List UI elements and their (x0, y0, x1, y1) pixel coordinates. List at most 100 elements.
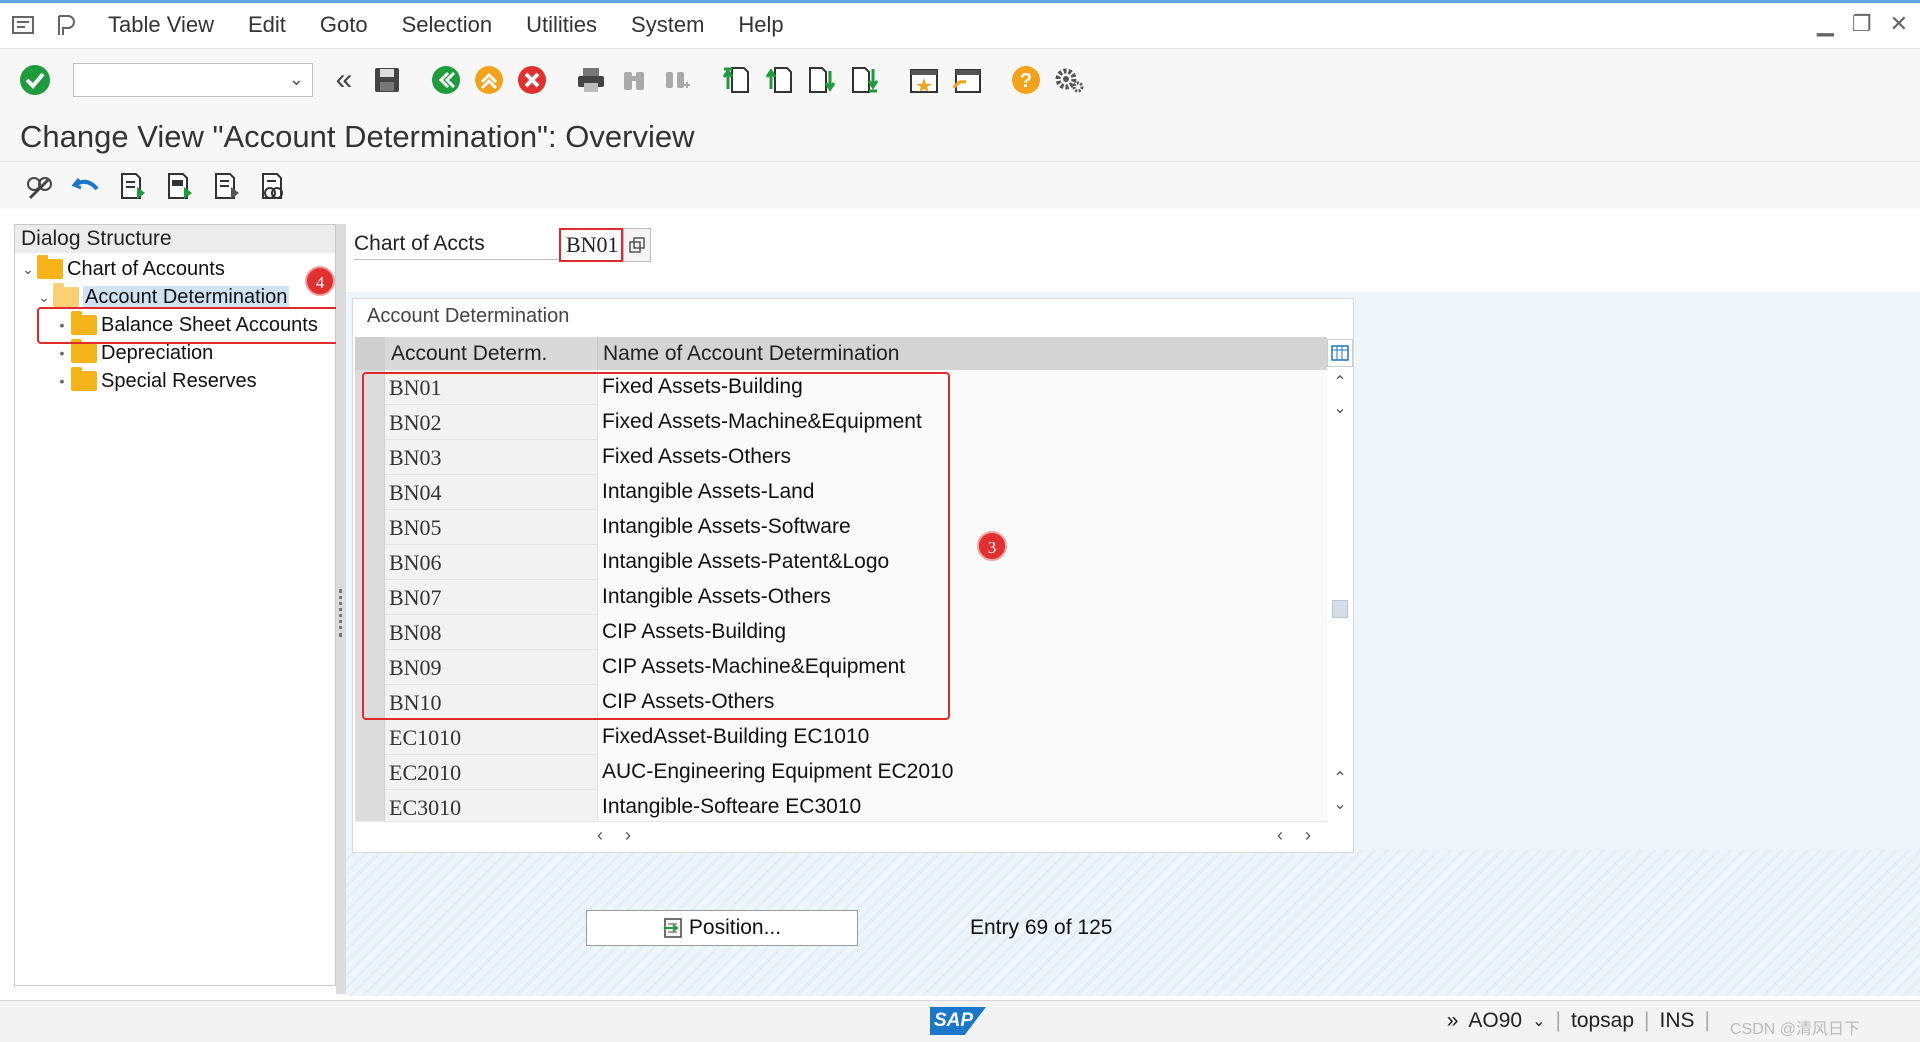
scroll-right-icon[interactable]: › (1305, 825, 1311, 846)
table-row[interactable]: EC3010 Intangible-Softeare EC3010 (355, 790, 1327, 825)
scroll-left-icon[interactable]: ‹ (1277, 825, 1283, 846)
settings-gear-icon[interactable] (1048, 59, 1090, 101)
scroll-thumb[interactable] (1332, 600, 1348, 618)
print-icon[interactable] (570, 59, 612, 101)
column-header-account-determ[interactable]: Account Determ. (391, 342, 547, 366)
menu-goto[interactable]: Goto (320, 12, 368, 38)
chevron-down-icon[interactable]: ⌄ (1532, 1011, 1545, 1031)
menu-selection[interactable]: Selection (402, 12, 493, 38)
cell-name[interactable]: FixedAsset-Building EC1010 (597, 720, 1327, 755)
tree-item-label: Depreciation (101, 341, 214, 364)
tree-item-chart-of-accounts[interactable]: ⌄ Chart of Accounts (19, 255, 225, 283)
chart-of-accounts-label: Chart of Accts (354, 232, 485, 255)
row-selector[interactable] (355, 755, 385, 790)
table-header: Account Determ. Name of Account Determin… (355, 337, 1327, 370)
last-page-icon[interactable] (844, 59, 886, 101)
column-header-name[interactable]: Name of Account Determination (597, 337, 1327, 370)
menu-utilities[interactable]: Utilities (526, 12, 597, 38)
menu-p-icon[interactable] (46, 3, 86, 47)
previous-page-icon[interactable] (758, 59, 800, 101)
chevron-down-icon[interactable]: ⌄ (289, 69, 304, 90)
expand-status-icon[interactable]: » (1447, 1009, 1459, 1033)
expand-chevron-icon[interactable]: ⌄ (35, 289, 53, 306)
external-link-icon[interactable] (623, 228, 651, 262)
scroll-page-down-icon[interactable]: ⌄ (1327, 794, 1353, 814)
display-change-icon[interactable] (16, 165, 62, 207)
new-session-icon[interactable] (903, 59, 945, 101)
sap-logo: SAP (930, 1007, 986, 1035)
tree-item-label: Account Determination (83, 285, 290, 309)
back-icon[interactable] (425, 59, 467, 101)
tree-item-label: Special Reserves (101, 369, 257, 392)
horizontal-scrollbar[interactable]: ‹ › ‹ › (355, 821, 1327, 851)
window-controls: ▁ ❐ ✕ (1817, 11, 1908, 37)
table-caption: Account Determination (367, 305, 570, 327)
delete-icon[interactable] (157, 165, 203, 207)
system-menu-icon[interactable] (0, 3, 46, 47)
cell-name[interactable]: Intangible-Softeare EC3010 (597, 790, 1327, 825)
highlight-box-tree (37, 307, 343, 344)
dialog-structure-header: Dialog Structure (15, 225, 335, 253)
row-selector[interactable] (355, 790, 385, 825)
exit-icon[interactable] (468, 59, 510, 101)
scroll-up-icon[interactable]: ⌃ (1327, 372, 1353, 392)
position-icon (663, 918, 682, 938)
column-settings-icon[interactable] (1327, 339, 1353, 367)
select-all-cell[interactable] (355, 337, 385, 370)
enter-check-icon[interactable] (14, 59, 56, 101)
select-block-icon[interactable] (251, 165, 297, 207)
scroll-right-icon[interactable]: › (625, 825, 631, 846)
scroll-left-icon[interactable]: ‹ (597, 825, 603, 846)
chart-of-accounts-field[interactable]: BN01 (559, 228, 623, 262)
menu-edit[interactable]: Edit (248, 12, 286, 38)
folder-open-icon (53, 283, 79, 307)
screen-title-bar: Change View "Account Determination": Ove… (0, 110, 1920, 162)
tree-item-special-reserves[interactable]: • Special Reserves (53, 367, 257, 395)
save-icon[interactable] (366, 59, 408, 101)
annotation-badge-tree: 4 (305, 266, 335, 296)
folder-icon (37, 255, 63, 279)
maximize-icon[interactable]: ❐ (1852, 11, 1872, 37)
folder-icon (71, 367, 97, 391)
next-page-icon[interactable] (801, 59, 843, 101)
entry-count: Entry 69 of 125 (970, 916, 1113, 939)
close-window-icon[interactable]: ✕ (1890, 11, 1908, 37)
generate-shortcut-icon[interactable] (946, 59, 988, 101)
standard-toolbar: ⌄ « ? (0, 48, 1920, 110)
copy-as-icon[interactable] (110, 165, 156, 207)
tree-item-label: Chart of Accounts (67, 257, 225, 280)
first-page-icon[interactable] (715, 59, 757, 101)
command-field[interactable]: ⌄ (73, 62, 313, 97)
find-icon[interactable] (613, 59, 655, 101)
transaction-code[interactable]: AO90 (1468, 1009, 1522, 1033)
help-icon[interactable]: ? (1005, 59, 1047, 101)
collapse-chevrons-icon[interactable]: « (323, 59, 365, 101)
menu-bar: Table View Edit Goto Selection Utilities… (0, 3, 1920, 47)
undo-icon[interactable] (63, 165, 109, 207)
status-bar: SAP » AO90 ⌄ | topsap | INS | CSDN @清风日下 (0, 1000, 1920, 1042)
position-button[interactable]: Position... (586, 910, 858, 946)
vertical-scrollbar[interactable]: ⌃ ⌄ ⌃ ⌄ (1327, 370, 1353, 818)
menu-help[interactable]: Help (738, 12, 783, 38)
cancel-icon[interactable] (511, 59, 553, 101)
expand-chevron-icon[interactable]: ⌄ (19, 261, 37, 278)
watermark: CSDN @清风日下 (1729, 1021, 1860, 1038)
cell-name[interactable]: AUC-Engineering Equipment EC2010 (597, 755, 1327, 790)
scroll-down-icon[interactable]: ⌄ (1327, 398, 1353, 418)
application-toolbar (0, 163, 1920, 209)
row-selector[interactable] (355, 720, 385, 755)
highlight-box-table (362, 372, 950, 720)
pane-splitter[interactable] (336, 224, 346, 994)
page-title: Change View "Account Determination": Ove… (20, 119, 695, 154)
find-next-icon[interactable] (656, 59, 698, 101)
cell-code: EC1010 (389, 725, 462, 750)
table-row[interactable]: EC2010 AUC-Engineering Equipment EC2010 (355, 755, 1327, 790)
select-all-icon[interactable] (204, 165, 250, 207)
server-name: topsap (1570, 1009, 1635, 1032)
menu-system[interactable]: System (631, 12, 704, 38)
scroll-page-up-icon[interactable]: ⌃ (1327, 768, 1353, 788)
cell-code: EC2010 (389, 760, 462, 785)
minimize-icon[interactable]: ▁ (1817, 11, 1834, 37)
table-row[interactable]: EC1010 FixedAsset-Building EC1010 (355, 720, 1327, 755)
menu-table-view[interactable]: Table View (108, 12, 214, 38)
